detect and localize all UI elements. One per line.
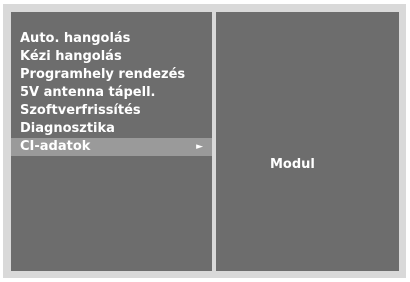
submenu-panel: Modul xyxy=(216,12,399,271)
menu-item-label: 5V antenna tápell. xyxy=(20,85,156,100)
menu-item-label: Kézi hangolás xyxy=(20,49,122,64)
submenu-list: Modul xyxy=(216,156,399,174)
menu-item-program-sort[interactable]: Programhely rendezés xyxy=(11,66,212,84)
menu-item-software-update[interactable]: Szoftverfrissítés xyxy=(11,102,212,120)
menu-item-label: Diagnosztika xyxy=(20,121,115,136)
submenu-item-module[interactable]: Modul xyxy=(270,156,410,174)
menu-item-antenna-power[interactable]: 5V antenna tápell. xyxy=(11,84,212,102)
main-menu-list: Auto. hangolás Kézi hangolás Programhely… xyxy=(11,30,212,156)
submenu-item-label: Modul xyxy=(270,157,315,172)
main-menu-panel: Auto. hangolás Kézi hangolás Programhely… xyxy=(11,12,212,271)
menu-item-label: Auto. hangolás xyxy=(20,31,131,46)
menu-item-auto-tuning[interactable]: Auto. hangolás xyxy=(11,30,212,48)
tv-menu-screen: Auto. hangolás Kézi hangolás Programhely… xyxy=(0,0,410,282)
menu-item-label: Szoftverfrissítés xyxy=(20,103,141,118)
menu-item-ci-info[interactable]: CI-adatok ► xyxy=(11,138,212,156)
menu-item-manual-tuning[interactable]: Kézi hangolás xyxy=(11,48,212,66)
arrow-right-icon: ► xyxy=(196,142,203,152)
menu-item-diagnostics[interactable]: Diagnosztika xyxy=(11,120,212,138)
menu-item-label: CI-adatok xyxy=(20,139,91,154)
menu-item-label: Programhely rendezés xyxy=(20,67,186,82)
